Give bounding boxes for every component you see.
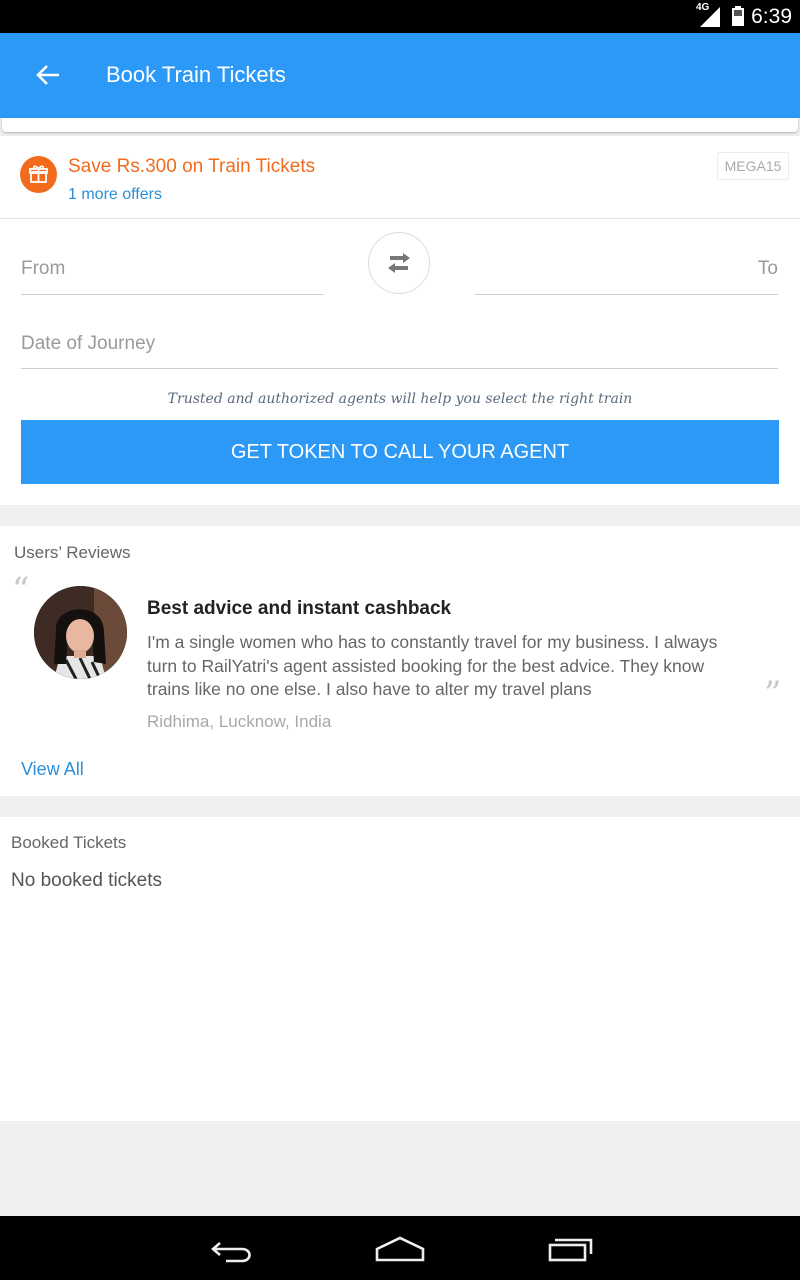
home-nav-icon — [375, 1236, 425, 1262]
swap-stations-button[interactable] — [368, 232, 430, 294]
booking-form: From To Date of Journey Trusted and auth… — [0, 219, 800, 505]
signal-icon: 4G — [696, 2, 720, 27]
review-title: Best advice and instant cashback — [147, 598, 452, 619]
nav-back-button[interactable] — [200, 1228, 260, 1268]
avatar — [34, 586, 127, 679]
status-bar: 4G 6:39 — [0, 0, 800, 33]
offer-code-badge: MEGA15 — [717, 152, 789, 180]
empty-state-text: No booked tickets — [11, 870, 163, 891]
offer-banner[interactable]: Save Rs.300 on Train Tickets 1 more offe… — [0, 136, 800, 219]
card-strip — [2, 118, 798, 132]
to-placeholder: To — [757, 258, 778, 279]
offer-title: Save Rs.300 on Train Tickets — [68, 156, 316, 177]
recents-nav-icon — [548, 1238, 593, 1262]
gift-icon — [20, 156, 57, 193]
date-of-journey-field[interactable]: Date of Journey — [21, 324, 778, 370]
review-body: I'm a single women who has to constantly… — [147, 632, 718, 699]
swap-arrows-icon — [388, 253, 410, 273]
system-nav-bar — [0, 1216, 800, 1280]
section-heading: Users’ Reviews — [14, 543, 131, 562]
field-underline — [21, 294, 324, 295]
review-author: Ridhima, Lucknow, India — [147, 712, 332, 731]
users-reviews-section: Users’ Reviews “ Best advice and instant… — [0, 526, 800, 796]
arrow-left-icon — [36, 65, 59, 85]
view-all-reviews-link[interactable]: View All — [21, 758, 84, 780]
field-underline — [21, 368, 778, 369]
app-bar: Book Train Tickets — [0, 33, 800, 118]
to-station-field[interactable]: To — [475, 249, 778, 295]
from-placeholder: From — [21, 258, 66, 279]
close-quote-icon: ” — [764, 674, 782, 714]
field-underline — [475, 294, 778, 295]
nav-recents-button[interactable] — [541, 1228, 601, 1268]
back-button[interactable] — [28, 53, 72, 97]
get-token-button[interactable]: GET TOKEN TO CALL YOUR AGENT — [21, 420, 779, 484]
status-time: 6:39 — [751, 5, 792, 28]
date-placeholder: Date of Journey — [21, 333, 156, 354]
more-offers-link[interactable]: 1 more offers — [68, 184, 162, 206]
back-nav-icon — [211, 1242, 251, 1263]
open-quote-icon: “ — [12, 570, 30, 610]
nav-home-button[interactable] — [370, 1228, 430, 1268]
battery-icon — [732, 6, 744, 26]
section-heading: Booked Tickets — [11, 833, 127, 852]
booked-tickets-section: Booked Tickets No booked tickets — [0, 817, 800, 1121]
page-title: Book Train Tickets — [106, 62, 286, 87]
from-station-field[interactable]: From — [21, 249, 324, 295]
trust-note: Trusted and authorized agents will help … — [167, 391, 633, 407]
network-type-label: 4G — [696, 2, 710, 13]
